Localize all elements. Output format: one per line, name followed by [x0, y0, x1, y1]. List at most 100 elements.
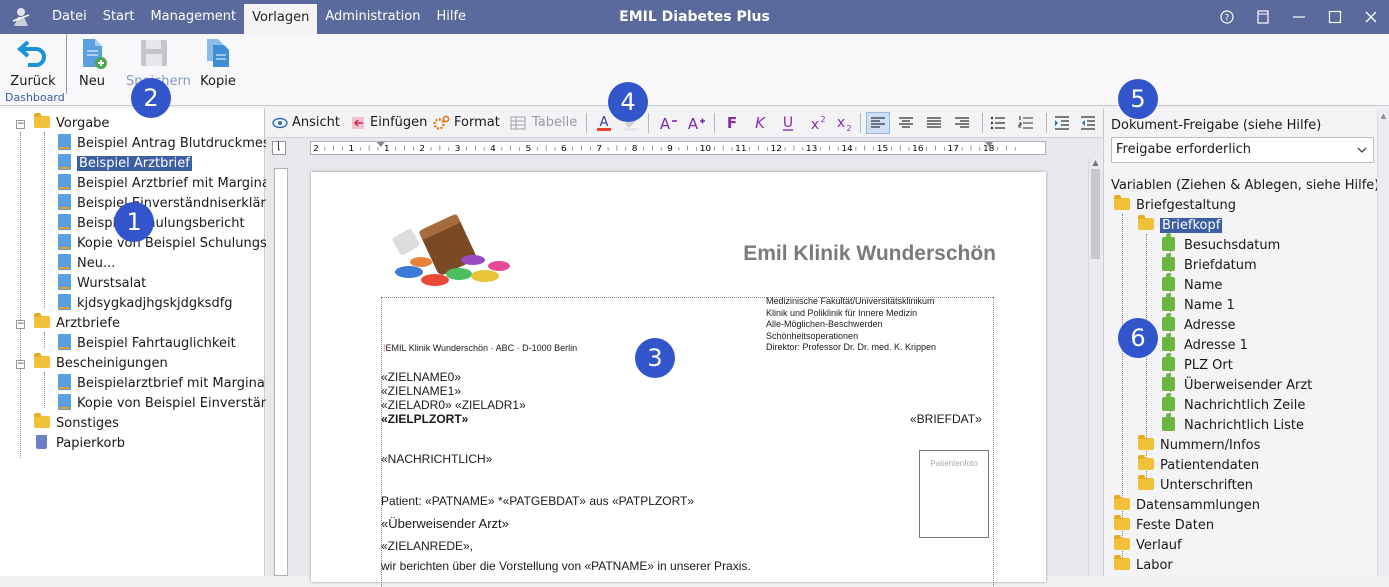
var-item[interactable]: Nachrichtlich Liste	[1162, 413, 1304, 436]
menu-administration[interactable]: Administration	[317, 0, 428, 34]
menu-vorlagen[interactable]: Vorlagen	[244, 4, 318, 34]
menu-hilfe[interactable]: Hilfe	[428, 0, 474, 34]
back-button[interactable]: Zurück	[5, 36, 61, 96]
numbered-list-button[interactable]	[1018, 112, 1034, 134]
var-folder-briefkopf[interactable]: Briefkopf	[1138, 215, 1223, 236]
field-patname[interactable]: «PATNAME»	[425, 494, 495, 508]
var-item[interactable]: Name	[1162, 273, 1222, 296]
maximize-icon[interactable]	[1317, 0, 1353, 34]
app-logo-icon[interactable]	[10, 6, 32, 28]
tree-folder-arztbriefe[interactable]: Arztbriefe	[34, 313, 120, 334]
menu-datei[interactable]: Datei	[44, 0, 95, 34]
field-zielplzort[interactable]: «ZIELPLZORT»	[381, 412, 468, 426]
scroll-thumb[interactable]	[1091, 169, 1100, 259]
field-zielanrede[interactable]: «ZIELANREDE»,	[381, 539, 473, 553]
tree-item[interactable]: Beispiel Fahrtauglichkeit	[58, 334, 236, 354]
align-right-button[interactable]	[954, 112, 970, 134]
tree-item[interactable]: Kopie von Beispiel Einverständn	[58, 394, 285, 414]
tree-item[interactable]: Kopie von Beispiel Schulungsbe	[58, 234, 283, 254]
field-ueberweisender-arzt[interactable]: «Überweisender Arzt»	[381, 516, 509, 531]
font-smaller-button[interactable]: A	[658, 112, 678, 134]
var-item[interactable]: Adresse 1	[1162, 333, 1248, 356]
var-folder[interactable]: Labor	[1114, 555, 1173, 576]
tree-folder-sonstiges[interactable]: Sonstiges	[34, 413, 119, 434]
var-item[interactable]: Name 1	[1162, 293, 1235, 316]
tree-item[interactable]: Neu...	[58, 254, 115, 274]
field-patgebdat[interactable]: «PATGEBDAT»	[503, 494, 586, 508]
view-menu-button[interactable]: Ansicht	[272, 112, 340, 134]
field-zieladr0[interactable]: «ZIELADR0»	[381, 398, 452, 412]
var-folder[interactable]: Datensammlungen	[1114, 495, 1260, 516]
var-item[interactable]: Nachrichtlich Zeile	[1162, 393, 1305, 416]
menu-management[interactable]: Management	[142, 0, 244, 34]
bullet-list-button[interactable]	[990, 112, 1006, 134]
align-center-button[interactable]	[898, 112, 914, 134]
field-zielname0[interactable]: «ZIELNAME0»	[381, 370, 461, 384]
indent-decrease-button[interactable]	[1080, 112, 1096, 134]
expander-vorgabe[interactable]: −	[16, 120, 25, 129]
tab-stop-selector[interactable]: ⌊	[272, 141, 286, 155]
new-button[interactable]: Neu	[64, 36, 120, 96]
panel-scrollbar[interactable]: ▲	[1377, 108, 1389, 576]
subscript-button[interactable]: x2	[834, 112, 852, 134]
field-patname-body[interactable]: «PATNAME»	[584, 559, 654, 573]
var-folder[interactable]: Patientendaten	[1138, 455, 1259, 476]
help-icon[interactable]: ?	[1209, 0, 1245, 34]
field-zieladr1[interactable]: «ZIELADR1»	[455, 398, 526, 412]
patient-photo-frame[interactable]: Patientenfoto	[919, 450, 989, 538]
tree-item[interactable]: kjdsygkadjhgskjdgksdfg	[58, 294, 233, 314]
field-zielname1[interactable]: «ZIELNAME1»	[381, 384, 461, 398]
indent-increase-button[interactable]	[1054, 112, 1070, 134]
editor-scrollbar[interactable]: ▲	[1088, 158, 1102, 576]
layout-icon[interactable]	[1245, 0, 1281, 34]
var-item[interactable]: Besuchsdatum	[1162, 233, 1280, 256]
insert-menu-button[interactable]: Einfügen	[350, 112, 427, 134]
tree-folder-vorgabe[interactable]: Vorgabe	[34, 113, 109, 134]
expander-arztbriefe[interactable]: −	[16, 320, 25, 329]
scroll-up-arrow-icon[interactable]: ▲	[1378, 112, 1389, 120]
italic-button[interactable]: K	[752, 112, 768, 134]
release-select[interactable]: Freigabe erforderlich	[1111, 137, 1374, 163]
tree-item-selected[interactable]: Beispiel Arztbrief	[58, 154, 192, 174]
var-folder[interactable]: Nummern/Infos	[1138, 435, 1260, 456]
font-bigger-button[interactable]: A	[686, 112, 706, 134]
var-item[interactable]: Briefdatum	[1162, 253, 1257, 276]
tree-item[interactable]: Beispiel Antrag Blutdruckmessg	[58, 134, 285, 154]
folder-icon	[1114, 535, 1130, 550]
menu-start[interactable]: Start	[95, 0, 143, 34]
document-icon	[58, 394, 71, 410]
var-folder-briefgestaltung[interactable]: Briefgestaltung	[1114, 195, 1236, 216]
bold-button[interactable]: F	[724, 112, 740, 134]
tree-item[interactable]: Wurstsalat	[58, 274, 146, 294]
minimize-icon[interactable]	[1281, 0, 1317, 34]
field-briefdat[interactable]: «BRIEFDAT»	[910, 412, 982, 426]
table-menu-button[interactable]: Tabelle	[510, 112, 577, 134]
vertical-ruler[interactable]	[274, 168, 288, 576]
var-folder[interactable]: Unterschriften	[1138, 475, 1253, 496]
close-icon[interactable]	[1353, 0, 1389, 34]
scroll-up-arrow-icon[interactable]: ▲	[1089, 158, 1102, 167]
superscript-button[interactable]: x2	[808, 112, 826, 134]
var-item[interactable]: PLZ Ort	[1162, 353, 1233, 376]
expander-bescheinigungen[interactable]: −	[16, 360, 25, 369]
tree-item-label: Beispiel Fahrtauglichkeit	[77, 336, 236, 351]
align-left-button[interactable]	[866, 112, 890, 134]
tree-item[interactable]: Beispiel Arztbrief mit Marginali	[58, 174, 277, 194]
tree-folder-papierkorb[interactable]: Papierkorb	[36, 434, 125, 454]
field-nachrichtlich[interactable]: «NACHRICHTLICH»	[381, 452, 492, 466]
var-folder[interactable]: Feste Daten	[1114, 515, 1214, 536]
var-item[interactable]: Adresse	[1162, 313, 1236, 336]
font-color-button[interactable]: A	[596, 112, 612, 134]
tree-item[interactable]: Beispielarztbrief mit Marginalie	[58, 374, 280, 394]
align-justify-button[interactable]	[926, 112, 942, 134]
var-item[interactable]: Überweisender Arzt	[1162, 373, 1312, 396]
tree-item[interactable]: Beispiel Einverständniserklärung	[58, 194, 290, 214]
document-page[interactable]: Emil Klinik Wunderschön Medizinische Fak…	[311, 172, 1046, 587]
horizontal-ruler[interactable]: 2 1 1 2 3 4 5 6 7 8 9 10 11 12 13 14 15 16 17 18	[310, 141, 1046, 155]
field-patplzort[interactable]: «PATPLZORT»	[612, 494, 694, 508]
var-folder[interactable]: Verlauf	[1114, 535, 1182, 556]
format-menu-button[interactable]: Format	[432, 112, 500, 134]
underline-button[interactable]: U	[780, 112, 796, 134]
copy-button[interactable]: Kopie	[190, 36, 246, 96]
tree-folder-bescheinigungen[interactable]: Bescheinigungen	[34, 353, 168, 374]
